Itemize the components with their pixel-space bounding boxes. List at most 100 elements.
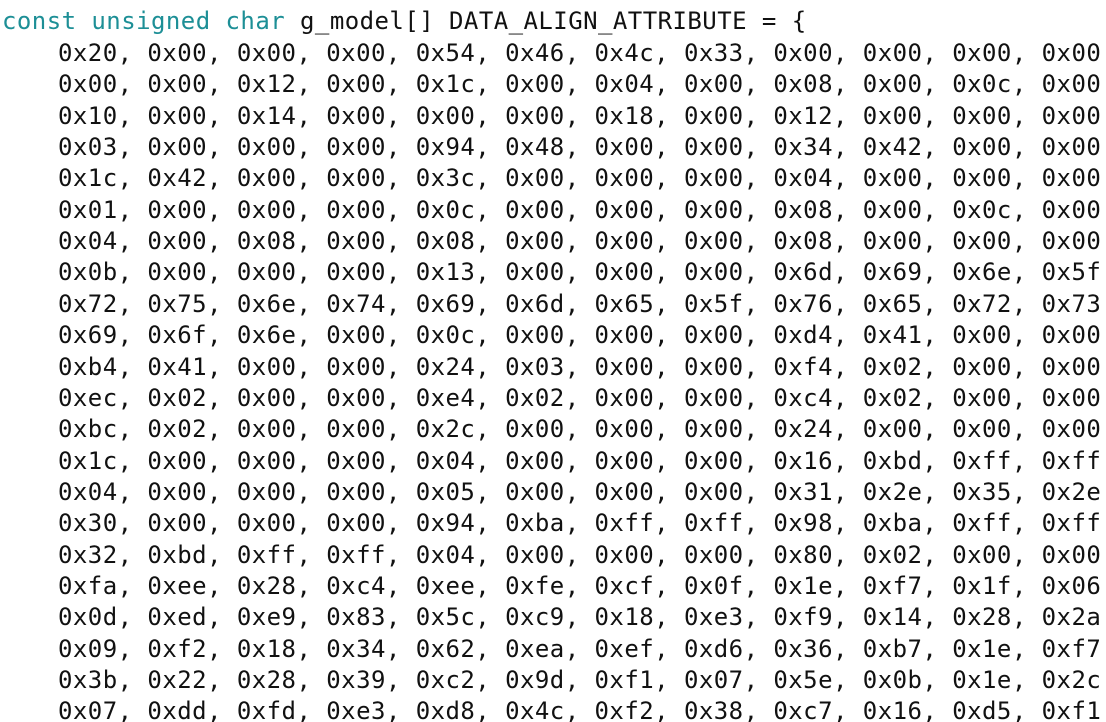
hex-row: 0x09, 0xf2, 0x18, 0x34, 0x62, 0xea, 0xef…: [58, 633, 1106, 665]
hex-row: 0x0d, 0xed, 0xe9, 0x83, 0x5c, 0xc9, 0x18…: [58, 601, 1106, 633]
comma-separator: ,: [385, 509, 416, 538]
hex-byte: 0x35: [952, 477, 1012, 506]
hex-byte: 0x00: [147, 133, 208, 162]
hex-byte: 0xcf: [594, 571, 655, 600]
comma-separator: ,: [207, 383, 237, 412]
hex-row: 0x04, 0x00, 0x08, 0x00, 0x08, 0x00, 0x00…: [58, 225, 1106, 257]
hex-byte: 0x00: [594, 195, 655, 224]
hex-byte: 0x00: [58, 70, 118, 99]
comma-separator: ,: [654, 227, 684, 256]
keyword-char: char: [225, 7, 286, 35]
comma-separator: ,: [922, 321, 953, 350]
hex-byte: 0x6d: [505, 289, 565, 318]
hex-byte: 0x00: [505, 195, 565, 224]
comma-separator: ,: [564, 321, 595, 350]
hex-byte: 0xf7: [862, 571, 923, 600]
comma-separator: ,: [385, 70, 416, 99]
hex-byte: 0x0d: [58, 603, 118, 632]
comma-separator: ,: [207, 697, 237, 722]
hex-byte: 0x09: [58, 634, 118, 663]
hex-byte: 0x74: [326, 289, 386, 318]
comma-separator: ,: [296, 666, 327, 694]
hex-byte: 0xf4: [773, 352, 833, 381]
hex-byte: 0x00: [236, 446, 297, 475]
comma-separator: ,: [475, 39, 506, 67]
hex-byte: 0xe9: [236, 603, 297, 632]
hex-row: 0x3b, 0x22, 0x28, 0x39, 0xc2, 0x9d, 0xf1…: [58, 664, 1106, 696]
comma-separator: ,: [832, 446, 863, 475]
comma-separator: ,: [1101, 164, 1106, 192]
hex-byte: 0x00: [594, 477, 655, 506]
hex-byte: 0x00: [952, 321, 1012, 350]
hex-byte: 0xed: [147, 603, 208, 632]
hex-byte: 0x00: [594, 258, 655, 287]
hex-byte: 0x00: [147, 446, 208, 475]
comma-separator: ,: [1011, 39, 1042, 67]
comma-separator: ,: [654, 164, 684, 193]
comma-separator: ,: [1101, 321, 1106, 349]
comma-separator: ,: [564, 666, 595, 694]
hex-byte: 0x14: [236, 101, 297, 130]
hex-byte: 0x1c: [415, 70, 476, 99]
comma-separator: ,: [922, 383, 953, 412]
comma-separator: ,: [296, 540, 327, 569]
hex-byte: 0x4c: [594, 39, 655, 67]
comma-separator: ,: [564, 697, 595, 722]
hex-byte: 0x00: [415, 101, 476, 130]
hex-byte: 0xff: [594, 509, 655, 538]
hex-byte: 0x34: [773, 133, 833, 162]
comma-separator: ,: [1011, 70, 1042, 99]
comma-separator: ,: [475, 133, 506, 162]
hex-byte: 0x12: [236, 70, 297, 99]
hex-byte: 0x30: [58, 509, 118, 538]
hex-byte: 0x41: [862, 321, 923, 350]
hex-byte: 0x6f: [147, 321, 208, 350]
comma-separator: ,: [207, 352, 237, 381]
comma-separator: ,: [207, 477, 237, 506]
hex-byte: 0xbd: [147, 540, 208, 569]
comma-separator: ,: [207, 415, 237, 444]
hex-byte: 0x00: [952, 39, 1012, 67]
hex-byte: 0xff: [236, 540, 297, 569]
comma-separator: ,: [296, 571, 327, 600]
comma-separator: ,: [385, 352, 416, 381]
hex-byte: 0x00: [862, 164, 923, 193]
comma-separator: ,: [832, 603, 863, 632]
hex-byte: 0x01: [58, 195, 118, 224]
comma-separator: ,: [832, 697, 863, 722]
comma-separator: ,: [475, 571, 506, 600]
hex-byte: 0x00: [683, 415, 744, 444]
hex-row: 0x04, 0x00, 0x00, 0x00, 0x05, 0x00, 0x00…: [58, 476, 1106, 508]
comma-separator: ,: [1011, 195, 1042, 224]
comma-separator: ,: [1101, 603, 1106, 631]
comma-separator: ,: [743, 321, 774, 350]
hex-byte: 0x04: [773, 164, 833, 193]
comma-separator: ,: [832, 352, 863, 381]
hex-byte: 0x00: [326, 509, 386, 538]
hex-row: 0x07, 0xdd, 0xfd, 0xe3, 0xd8, 0x4c, 0xf2…: [58, 695, 1106, 722]
hex-row: 0x00, 0x00, 0x12, 0x00, 0x1c, 0x00, 0x04…: [58, 68, 1106, 100]
comma-separator: ,: [1101, 541, 1106, 569]
comma-separator: ,: [743, 352, 774, 381]
hex-byte: 0x13: [415, 258, 476, 287]
hex-byte: 0x6e: [952, 258, 1012, 287]
comma-separator: ,: [385, 603, 416, 632]
hex-byte: 0x00: [594, 133, 655, 162]
hex-byte: 0x00: [236, 258, 297, 287]
hex-byte: 0x94: [415, 509, 476, 538]
hex-byte: 0xff: [1041, 446, 1102, 475]
hex-byte: 0x3b: [58, 666, 118, 694]
code-editor[interactable]: const unsigned char g_model[] DATA_ALIGN…: [0, 0, 1106, 722]
comma-separator: ,: [564, 477, 595, 506]
hex-byte: 0x03: [505, 352, 565, 381]
hex-byte: 0x00: [236, 164, 297, 193]
hex-byte: 0x38: [683, 697, 744, 722]
comma-separator: ,: [207, 666, 237, 694]
hex-byte: 0x08: [415, 227, 476, 256]
comma-separator: ,: [743, 666, 774, 694]
hex-byte: 0x6d: [773, 258, 833, 287]
comma-separator: ,: [117, 195, 148, 224]
comma-separator: ,: [475, 352, 506, 381]
comma-separator: ,: [1011, 571, 1042, 600]
